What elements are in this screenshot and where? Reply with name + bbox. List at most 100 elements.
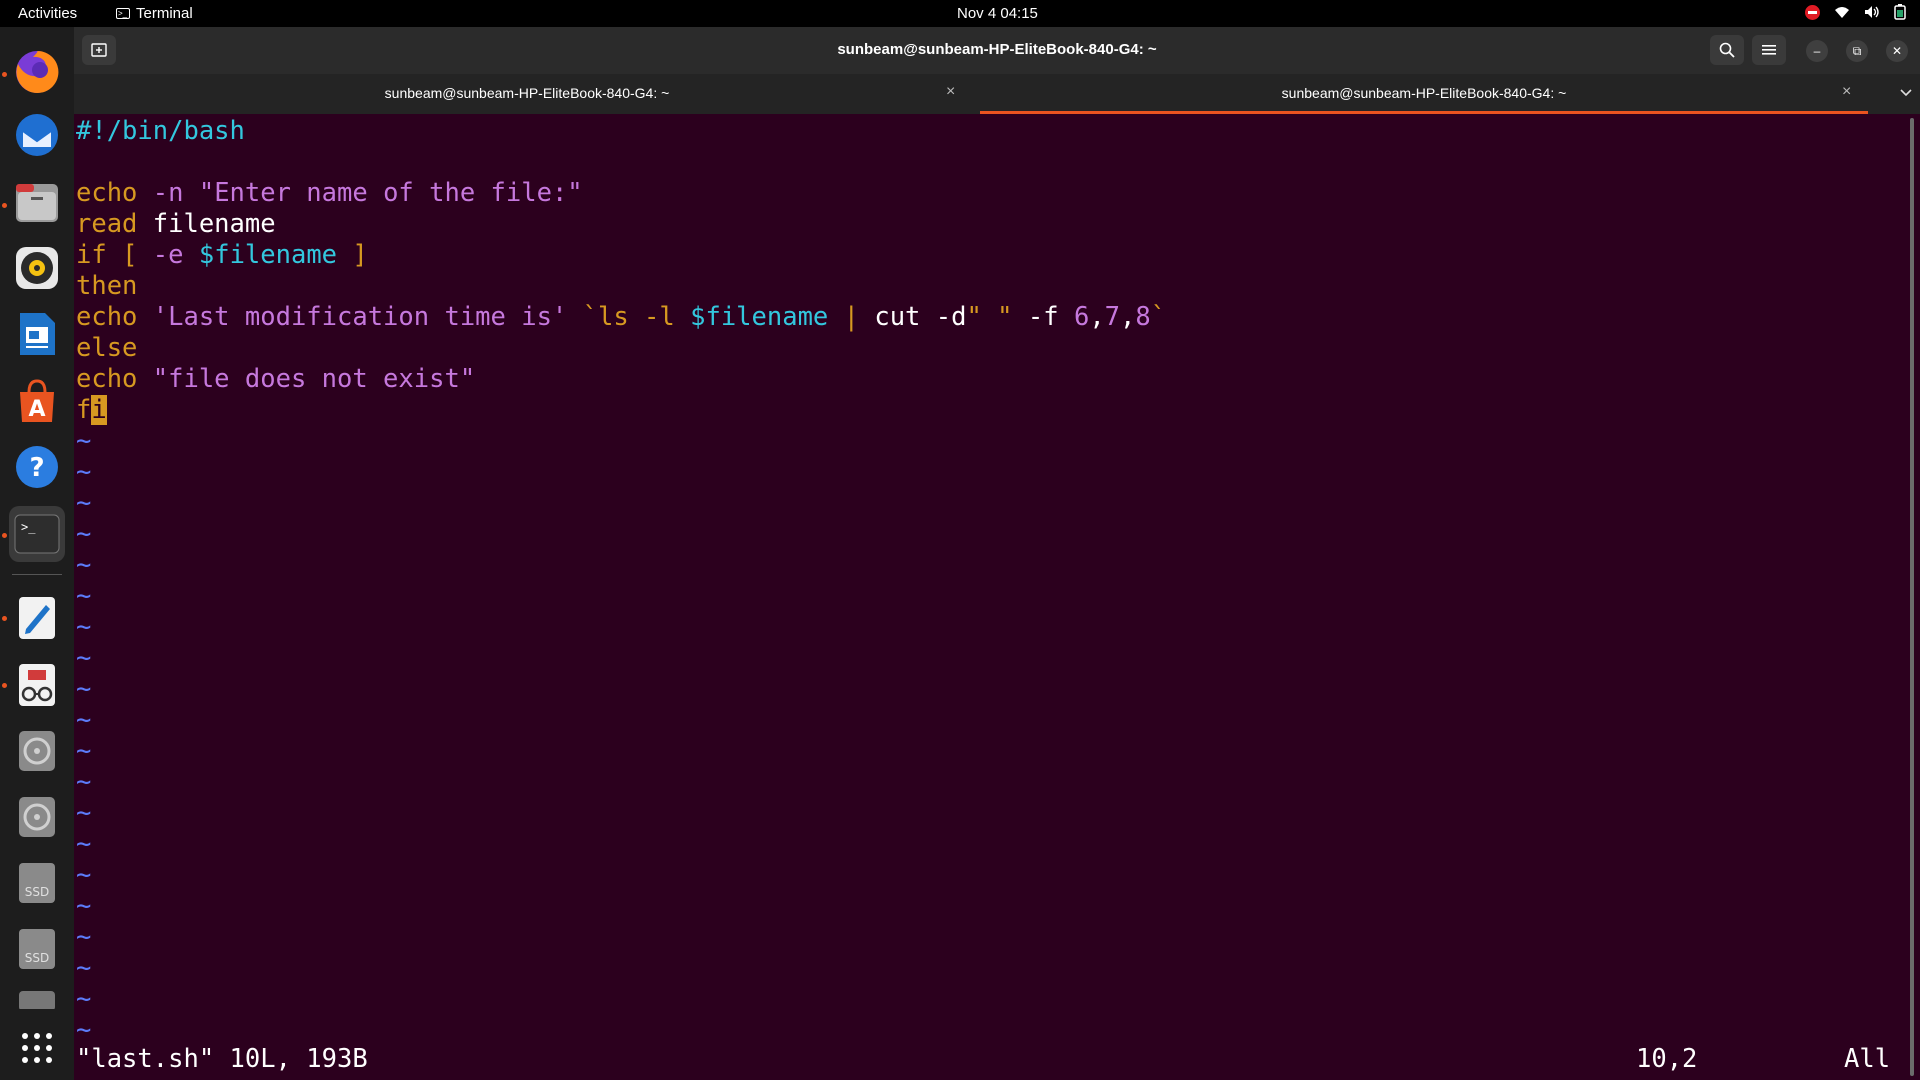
empty-line-tilde: ~ bbox=[76, 550, 92, 580]
window-header: sunbeam@sunbeam-HP-EliteBook-840-G4: ~ –… bbox=[74, 27, 1920, 74]
grid-icon bbox=[22, 1033, 52, 1063]
status-scroll-indicator: All bbox=[1844, 1044, 1891, 1074]
code-line-6: then bbox=[76, 271, 138, 301]
code-line-5: if [ -e $filename ] bbox=[76, 240, 368, 270]
svg-text:A: A bbox=[28, 397, 45, 422]
status-file-info: "last.sh" 10L, 193B bbox=[76, 1044, 368, 1074]
tab-list-chevron-down-icon[interactable] bbox=[1900, 84, 1912, 100]
dock: A ? >_ SSD SSD bbox=[0, 27, 74, 1080]
running-indicator bbox=[2, 72, 7, 77]
dock-terminal[interactable]: >_ bbox=[9, 506, 65, 562]
tab-close-icon[interactable]: × bbox=[946, 83, 955, 101]
help-icon: ? bbox=[16, 446, 58, 488]
tab-1[interactable]: sunbeam@sunbeam-HP-EliteBook-840-G4: ~ × bbox=[74, 74, 980, 114]
text-cursor: i bbox=[91, 395, 107, 425]
activities-button[interactable]: Activities bbox=[18, 5, 77, 22]
code-line-8: else bbox=[76, 333, 138, 363]
empty-line-tilde: ~ bbox=[76, 705, 92, 735]
tab-close-icon[interactable]: × bbox=[1842, 83, 1851, 101]
tab-label: sunbeam@sunbeam-HP-EliteBook-840-G4: ~ bbox=[384, 85, 670, 101]
empty-line-tilde: ~ bbox=[76, 829, 92, 859]
running-indicator bbox=[2, 203, 7, 208]
dock-help[interactable]: ? bbox=[9, 439, 65, 495]
dock-files[interactable] bbox=[9, 174, 65, 230]
dock-drive[interactable] bbox=[9, 987, 65, 1009]
app-name: Terminal bbox=[136, 5, 193, 22]
empty-line-tilde: ~ bbox=[76, 798, 92, 828]
dock-disk-1[interactable] bbox=[9, 723, 65, 779]
empty-line-tilde: ~ bbox=[76, 860, 92, 890]
restore-icon: ⧉ bbox=[1852, 43, 1862, 58]
tab-label: sunbeam@sunbeam-HP-EliteBook-840-G4: ~ bbox=[1281, 85, 1567, 101]
running-indicator bbox=[2, 533, 7, 538]
dock-separator bbox=[12, 574, 62, 575]
dock-thunderbird[interactable] bbox=[9, 107, 65, 163]
empty-line-tilde: ~ bbox=[76, 426, 92, 456]
close-window-button[interactable]: ✕ bbox=[1886, 40, 1908, 62]
maximize-button[interactable]: ⧉ bbox=[1846, 40, 1868, 62]
app-center-icon: A bbox=[20, 379, 54, 422]
dock-ssd-2[interactable]: SSD bbox=[9, 921, 65, 977]
code-line-10: fi bbox=[76, 395, 107, 425]
empty-line-tilde: ~ bbox=[76, 488, 92, 518]
empty-line-tilde: ~ bbox=[76, 767, 92, 797]
dock-rhythmbox[interactable] bbox=[9, 240, 65, 296]
empty-line-tilde: ~ bbox=[76, 674, 92, 704]
terminal-view[interactable]: #!/bin/bash echo -n "Enter name of the f… bbox=[74, 114, 1912, 1080]
empty-line-tilde: ~ bbox=[76, 612, 92, 642]
empty-line-tilde: ~ bbox=[76, 581, 92, 611]
drive-icon bbox=[19, 991, 55, 1009]
close-icon: ✕ bbox=[1891, 44, 1903, 58]
minimize-button[interactable]: – bbox=[1806, 40, 1828, 62]
running-indicator bbox=[2, 616, 7, 621]
text-editor-icon bbox=[19, 597, 55, 639]
dock-app-center[interactable]: A bbox=[9, 373, 65, 429]
volume-icon bbox=[1865, 6, 1879, 18]
dock-ssd-1[interactable]: SSD bbox=[9, 855, 65, 911]
running-indicator bbox=[2, 683, 7, 688]
system-tray[interactable] bbox=[1805, 4, 1906, 20]
empty-line-tilde: ~ bbox=[76, 457, 92, 487]
rhythmbox-icon bbox=[16, 247, 58, 289]
app-menu[interactable]: >_ Terminal bbox=[116, 5, 193, 22]
status-cursor-position: 10,2 bbox=[1636, 1044, 1698, 1074]
top-bar: Activities >_ Terminal Nov 4 04:15 bbox=[0, 0, 1920, 27]
empty-line-tilde: ~ bbox=[76, 736, 92, 766]
files-icon bbox=[16, 184, 58, 222]
dock-text-editor[interactable] bbox=[9, 590, 65, 646]
tab-bar: sunbeam@sunbeam-HP-EliteBook-840-G4: ~ ×… bbox=[74, 74, 1920, 114]
terminal-icon: >_ bbox=[14, 514, 60, 554]
battery-icon bbox=[1894, 4, 1906, 20]
empty-line-tilde: ~ bbox=[76, 891, 92, 921]
thunderbird-icon bbox=[16, 114, 58, 156]
dock-firefox[interactable] bbox=[9, 44, 65, 100]
code-line-4: read filename bbox=[76, 209, 276, 239]
svg-text:?: ? bbox=[29, 453, 44, 483]
show-apps-button[interactable] bbox=[9, 1020, 65, 1076]
document-viewer-icon bbox=[19, 664, 55, 706]
empty-line-tilde: ~ bbox=[76, 922, 92, 952]
disk-icon bbox=[19, 731, 55, 771]
clock[interactable]: Nov 4 04:15 bbox=[957, 5, 1038, 22]
code-line-1: #!/bin/bash bbox=[76, 116, 245, 146]
svg-text:SSD: SSD bbox=[25, 951, 49, 965]
scrollbar[interactable] bbox=[1910, 118, 1914, 1076]
dock-disk-2[interactable] bbox=[9, 789, 65, 845]
terminal-icon: >_ bbox=[116, 8, 130, 19]
tab-2[interactable]: sunbeam@sunbeam-HP-EliteBook-840-G4: ~ × bbox=[980, 74, 1868, 114]
code-line-3: echo -n "Enter name of the file:" bbox=[76, 178, 583, 208]
svg-text:>_: >_ bbox=[21, 520, 36, 534]
wifi-icon bbox=[1835, 7, 1849, 18]
search-button[interactable] bbox=[1710, 35, 1744, 65]
hamburger-menu-icon bbox=[1762, 45, 1776, 55]
dock-document-viewer[interactable] bbox=[9, 657, 65, 713]
firefox-icon bbox=[16, 50, 59, 93]
empty-line-tilde: ~ bbox=[76, 953, 92, 983]
writer-icon bbox=[20, 313, 55, 355]
search-icon bbox=[1719, 42, 1735, 58]
empty-line-tilde: ~ bbox=[76, 519, 92, 549]
empty-line-tilde: ~ bbox=[76, 1015, 92, 1045]
dock-libreoffice-writer[interactable] bbox=[9, 306, 65, 362]
code-line-7: echo 'Last modification time is' `ls -l … bbox=[76, 302, 1167, 332]
menu-button[interactable] bbox=[1752, 35, 1786, 65]
